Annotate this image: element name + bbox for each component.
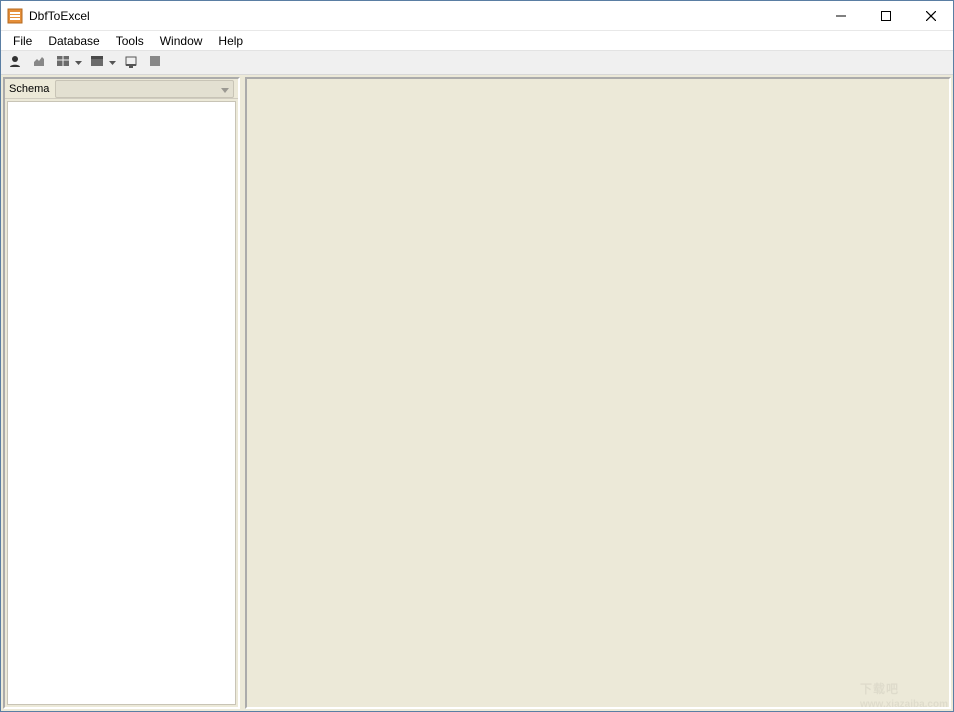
titlebar[interactable]: DbfToExcel: [1, 1, 953, 31]
menubar: File Database Tools Window Help: [1, 31, 953, 51]
close-button[interactable]: [908, 1, 953, 30]
maximize-button[interactable]: [863, 1, 908, 30]
app-icon: [7, 8, 23, 24]
menu-help[interactable]: Help: [210, 32, 251, 50]
table-icon: [56, 54, 70, 71]
client-area: Schema: [1, 75, 953, 711]
menu-window[interactable]: Window: [152, 32, 211, 50]
schema-tree[interactable]: [7, 101, 236, 705]
app-window: DbfToExcel File Database Tools Window He…: [0, 0, 954, 712]
head-icon: [8, 54, 22, 71]
menu-file[interactable]: File: [5, 32, 40, 50]
toolbar-open-session-button[interactable]: [29, 53, 49, 73]
minimize-button[interactable]: [818, 1, 863, 30]
toolbar-export-query-dropdown[interactable]: [87, 53, 117, 73]
schema-panel: Schema: [3, 77, 240, 709]
open-hands-icon: [32, 54, 46, 71]
stop-icon: [148, 54, 162, 71]
window-controls: [818, 1, 953, 30]
toolbar: [1, 51, 953, 75]
run-icon: [124, 54, 138, 71]
menu-tools[interactable]: Tools: [108, 32, 152, 50]
window-title: DbfToExcel: [29, 9, 90, 23]
menu-database[interactable]: Database: [40, 32, 107, 50]
chevron-down-icon[interactable]: [73, 53, 83, 73]
toolbar-export-table-dropdown[interactable]: [53, 53, 83, 73]
schema-select[interactable]: [55, 80, 234, 98]
query-icon: [90, 54, 104, 71]
toolbar-stop-button[interactable]: [145, 53, 165, 73]
schema-label: Schema: [5, 83, 55, 95]
toolbar-logon-button[interactable]: [5, 53, 25, 73]
chevron-down-icon: [221, 82, 229, 96]
content-area: [245, 77, 951, 709]
schema-row: Schema: [5, 79, 238, 99]
chevron-down-icon[interactable]: [107, 53, 117, 73]
toolbar-run-button[interactable]: [121, 53, 141, 73]
